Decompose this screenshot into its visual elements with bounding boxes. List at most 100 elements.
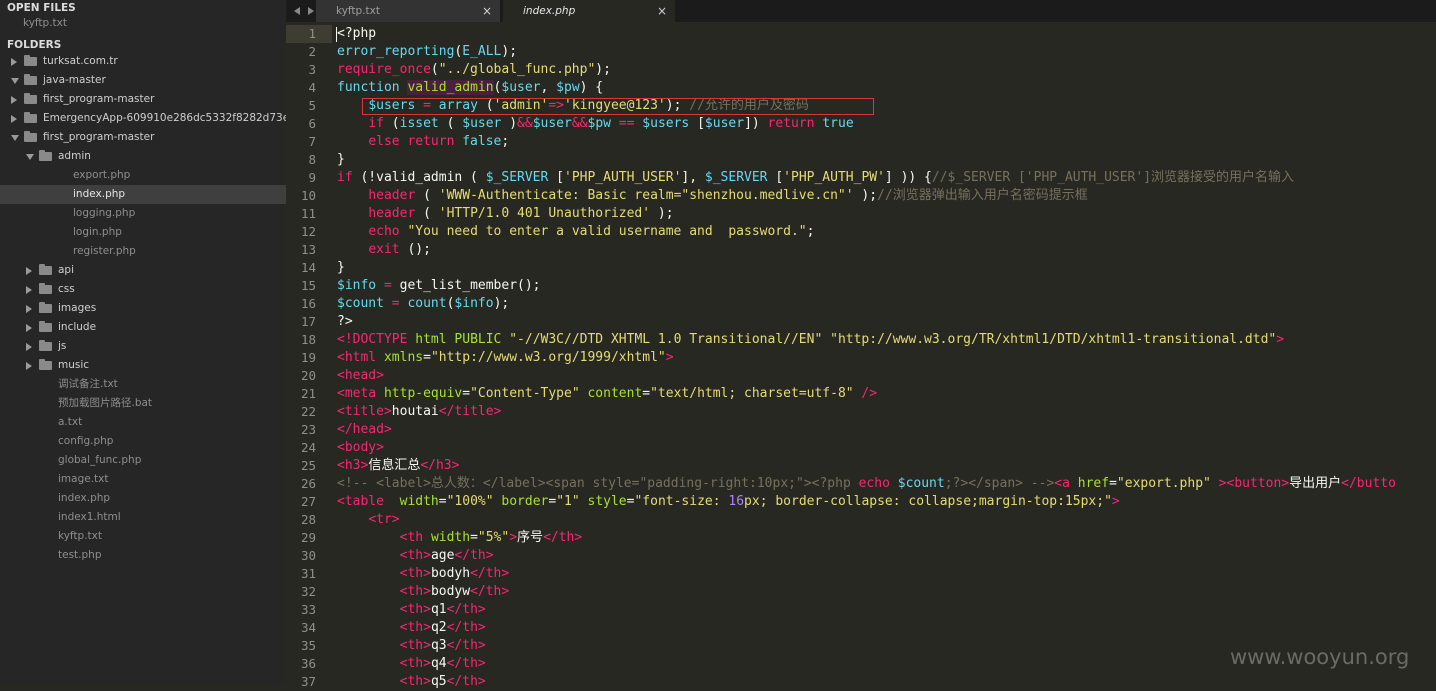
code-line[interactable]: if (isset ( $user )&&$user&&$pw == $user… <box>337 115 861 133</box>
code-line[interactable]: <title>houtai</title> <box>337 403 501 421</box>
code-token: <th <box>399 530 431 545</box>
tab-kyftp[interactable]: kyftp.txt × <box>316 0 500 22</box>
open-file-item[interactable]: kyftp.txt <box>0 14 286 33</box>
folder-icon <box>24 112 37 123</box>
code-line[interactable]: header ( 'HTTP/1.0 401 Unauthorized' ); <box>337 205 673 223</box>
folder-item[interactable]: admin <box>0 147 286 166</box>
folder-item[interactable]: css <box>0 280 286 299</box>
code-line[interactable]: exit (); <box>337 241 431 259</box>
code-line[interactable]: <!-- <label>总人数：</label><span style="pad… <box>337 475 1396 493</box>
code-token: <tr> <box>368 512 400 527</box>
file-item[interactable]: index1.html <box>0 508 286 527</box>
folder-item[interactable]: java-master <box>0 71 286 90</box>
file-item[interactable]: 预加载图片路径.bat <box>0 394 286 413</box>
tab-scroll-right-icon[interactable] <box>308 7 314 15</box>
file-item[interactable]: 调试备注.txt <box>0 375 286 394</box>
folder-icon <box>39 302 52 313</box>
folder-item[interactable]: first_program-master <box>0 128 286 147</box>
file-item[interactable]: global_func.php <box>0 451 286 470</box>
code-line[interactable]: <th width="5%">序号</th> <box>337 529 583 547</box>
file-item[interactable]: a.txt <box>0 413 286 432</box>
code-line[interactable]: ?> <box>337 313 353 331</box>
close-icon[interactable]: × <box>657 0 667 22</box>
code-token: valid_admin <box>407 80 494 95</box>
code-line[interactable]: header ( 'WWW-Authenticate: Basic realm=… <box>337 187 1087 205</box>
file-item[interactable]: logging.php <box>0 204 286 223</box>
code-line[interactable]: </head> <box>337 421 392 439</box>
disclosure-closed-icon[interactable] <box>26 362 32 370</box>
code-token: <th> <box>399 674 431 689</box>
code-line[interactable]: if (!valid_admin ( $_SERVER ['PHP_AUTH_U… <box>337 169 1294 187</box>
file-item[interactable]: index.php <box>0 489 286 508</box>
file-item[interactable]: index.php <box>0 185 286 204</box>
code-line[interactable]: <th>age</th> <box>337 547 494 565</box>
code-line[interactable]: <head> <box>337 367 384 385</box>
code-line[interactable]: <th>q4</th> <box>337 655 486 673</box>
code-line[interactable]: <?php <box>337 25 376 43</box>
disclosure-closed-icon[interactable] <box>11 115 17 123</box>
code-line[interactable]: <th>q3</th> <box>337 637 486 655</box>
line-number: 31 <box>300 566 316 581</box>
code-token: count <box>407 296 447 311</box>
code-line[interactable]: echo "You need to enter a valid username… <box>337 223 814 241</box>
folder-item[interactable]: images <box>0 299 286 318</box>
file-item[interactable]: register.php <box>0 242 286 261</box>
disclosure-closed-icon[interactable] <box>11 96 17 104</box>
code-token: $info <box>454 296 494 311</box>
code-line[interactable]: error_reporting(E_ALL); <box>337 43 517 61</box>
folder-item[interactable]: turksat.com.tr <box>0 52 286 71</box>
file-item[interactable]: image.txt <box>0 470 286 489</box>
tree-item-label: image.txt <box>58 473 109 485</box>
folder-item[interactable]: EmergencyApp-609910e286dc5332f8282d73e2b <box>0 109 286 128</box>
code-line[interactable]: <h3>信息汇总</h3> <box>337 457 459 475</box>
file-item[interactable]: kyftp.txt <box>0 527 286 546</box>
folder-item[interactable]: js <box>0 337 286 356</box>
tree-item-label: logging.php <box>73 207 136 219</box>
code-line[interactable]: <html xmlns="http://www.w3.org/1999/xhtm… <box>337 349 674 367</box>
code-line[interactable]: } <box>337 151 345 169</box>
code-token: <th> <box>399 584 431 599</box>
disclosure-closed-icon[interactable] <box>26 267 32 275</box>
code-line[interactable]: <table width="100%" border="1" style="fo… <box>337 493 1120 511</box>
tab-scroll-left-icon[interactable] <box>294 7 300 15</box>
code-token: ) { <box>579 80 604 95</box>
code-line[interactable]: <tr> <box>337 511 400 529</box>
tab-index-php[interactable]: index.php × <box>503 0 675 22</box>
folder-item[interactable]: first_program-master <box>0 90 286 109</box>
disclosure-open-icon[interactable] <box>11 78 19 84</box>
line-number: 23 <box>300 422 316 437</box>
code-token: href <box>1077 476 1110 491</box>
code-token: q5 <box>430 674 447 689</box>
file-item[interactable]: login.php <box>0 223 286 242</box>
code-line[interactable]: require_once("../global_func.php"); <box>337 61 611 79</box>
disclosure-open-icon[interactable] <box>26 154 34 160</box>
code-line[interactable]: <th>q2</th> <box>337 619 486 637</box>
code-line[interactable]: <!DOCTYPE html PUBLIC "-//W3C//DTD XHTML… <box>337 331 1284 349</box>
code-line[interactable]: <th>bodyw</th> <box>337 583 510 601</box>
file-item[interactable]: test.php <box>0 546 286 565</box>
disclosure-closed-icon[interactable] <box>26 324 32 332</box>
disclosure-open-icon[interactable] <box>11 135 19 141</box>
code-line[interactable]: function valid_admin($user, $pw) { <box>337 79 603 97</box>
code-line[interactable]: else return false; <box>337 133 509 151</box>
code-line[interactable]: <th>q5</th> <box>337 673 486 691</box>
folder-item[interactable]: include <box>0 318 286 337</box>
file-item[interactable]: export.php <box>0 166 286 185</box>
code-line[interactable]: <meta http-equiv="Content-Type" content=… <box>337 385 877 403</box>
disclosure-closed-icon[interactable] <box>11 58 17 66</box>
code-line[interactable]: $info = get_list_member(); <box>337 277 541 295</box>
folder-item[interactable]: music <box>0 356 286 375</box>
close-icon[interactable]: × <box>482 0 492 22</box>
code-line[interactable]: <th>q1</th> <box>337 601 486 619</box>
disclosure-closed-icon[interactable] <box>26 305 32 313</box>
code-line[interactable]: <body> <box>337 439 384 457</box>
code-line[interactable]: <th>bodyh</th> <box>337 565 510 583</box>
disclosure-closed-icon[interactable] <box>26 343 32 351</box>
code-line[interactable]: } <box>337 259 345 277</box>
line-number: 3 <box>308 62 316 77</box>
folder-item[interactable]: api <box>0 261 286 280</box>
disclosure-closed-icon[interactable] <box>26 286 32 294</box>
code-line[interactable]: $count = count($info); <box>337 295 509 313</box>
file-item[interactable]: config.php <box>0 432 286 451</box>
